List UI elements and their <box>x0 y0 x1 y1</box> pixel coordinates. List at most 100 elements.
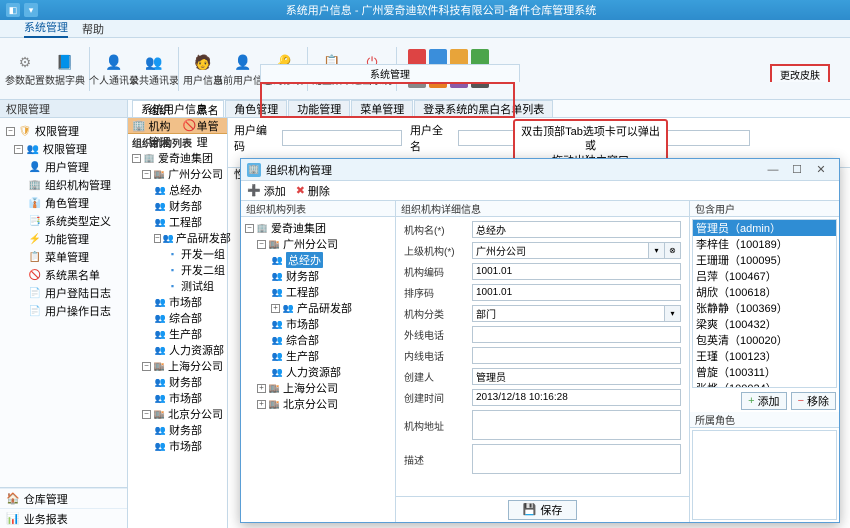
mt-dept[interactable]: 👥财务部 <box>130 422 225 438</box>
expander-icon[interactable]: − <box>142 362 151 371</box>
mt-team[interactable]: ▪测试组 <box>130 278 225 294</box>
mt-dept[interactable]: 👥市场部 <box>130 294 225 310</box>
dlg-tree-dept[interactable]: 👥财务部 <box>243 268 393 284</box>
dropdown-icon[interactable]: ▾ <box>24 3 38 17</box>
nav-root[interactable]: −🛡权限管理 <box>2 122 125 140</box>
dlg-tree-dept[interactable]: 👥生产部 <box>243 348 393 364</box>
tab-func[interactable]: 功能管理 <box>288 100 350 117</box>
input-desc[interactable] <box>472 444 681 474</box>
ribbon-current-user[interactable]: 👤当前用户信息 <box>224 41 262 97</box>
list-item[interactable]: 李梓佳（100189） <box>693 236 836 252</box>
add-button[interactable]: ➕添加 <box>247 183 286 199</box>
input-create-time[interactable] <box>472 389 681 406</box>
mt-root[interactable]: −🏢爱奇迪集团 <box>130 150 225 166</box>
dlg-tree-sh[interactable]: +🏬上海分公司 <box>243 380 393 396</box>
expander-icon[interactable]: − <box>6 127 15 136</box>
mt-dev[interactable]: −👥产品研发部 <box>130 230 225 246</box>
input-org-name[interactable] <box>472 221 681 238</box>
nav-reports[interactable]: 📊业务报表 <box>0 508 127 528</box>
dlg-tree-dept[interactable]: 👥综合部 <box>243 332 393 348</box>
dlg-tree-gz[interactable]: −🏬广州分公司 <box>243 236 393 252</box>
combo-drop-button[interactable]: ▾ <box>665 305 681 322</box>
nav-org-mgmt[interactable]: 🏢组织机构管理 <box>2 176 125 194</box>
ribbon-param-config[interactable]: ⚙参数配置 <box>6 41 44 97</box>
list-item[interactable]: 吕萍（100467） <box>693 268 836 284</box>
nav-op-log[interactable]: 📄用户操作日志 <box>2 302 125 320</box>
input-outer-tel[interactable] <box>472 326 681 343</box>
combo-drop-button[interactable]: ▾ <box>649 242 665 259</box>
mt-dept[interactable]: 👥财务部 <box>130 374 225 390</box>
list-item[interactable]: 张烨（100024） <box>693 380 836 388</box>
expander-icon[interactable]: + <box>257 384 266 393</box>
ribbon-data-dict[interactable]: 📘数据字典 <box>46 41 84 97</box>
expander-icon[interactable]: − <box>257 240 266 249</box>
list-item[interactable]: 张静静（100369） <box>693 300 836 316</box>
mt-gz[interactable]: −🏬广州分公司 <box>130 166 225 182</box>
nav-role-mgmt[interactable]: 👔角色管理 <box>2 194 125 212</box>
tab-role[interactable]: 角色管理 <box>225 100 287 117</box>
mt-dept[interactable]: 👥综合部 <box>130 310 225 326</box>
nav-func-mgmt[interactable]: ⚡功能管理 <box>2 230 125 248</box>
expander-icon[interactable]: − <box>132 154 141 163</box>
input-parent[interactable] <box>472 242 649 259</box>
nav-systype[interactable]: 📑系统类型定义 <box>2 212 125 230</box>
nav-sub[interactable]: −👥权限管理 <box>2 140 125 158</box>
tab-blacklist[interactable]: 登录系统的黑白名单列表 <box>414 100 553 117</box>
ribbon-personal-contacts[interactable]: 👤个人通讯录 <box>95 41 133 97</box>
list-item[interactable]: 包英清（100020） <box>693 332 836 348</box>
expander-icon[interactable]: − <box>245 224 254 233</box>
nav-user-mgmt[interactable]: 👤用户管理 <box>2 158 125 176</box>
user-list[interactable]: 管理员（admin） 李梓佳（100189） 王珊珊（100095） 吕萍（10… <box>692 219 837 388</box>
sys-tab-title[interactable]: 系统管理 <box>261 66 519 81</box>
expander-icon[interactable]: + <box>257 400 266 409</box>
mt-sh[interactable]: −🏬上海分公司 <box>130 358 225 374</box>
expander-icon[interactable]: + <box>271 304 280 313</box>
input-sort[interactable] <box>472 284 681 301</box>
input-creator[interactable] <box>472 368 681 385</box>
input-addr[interactable] <box>472 410 681 440</box>
mt-dept[interactable]: 👥人力资源部 <box>130 342 225 358</box>
ribbon-public-contacts[interactable]: 👥公共通讯录 <box>135 41 173 97</box>
mt-dept[interactable]: 👥工程部 <box>130 214 225 230</box>
list-item[interactable]: 管理员（admin） <box>693 220 836 236</box>
tab-menu[interactable]: 菜单管理 <box>351 100 413 117</box>
input-org-type[interactable] <box>472 305 665 322</box>
maximize-button[interactable]: ☐ <box>785 161 809 179</box>
input-inner-tel[interactable] <box>472 347 681 364</box>
expander-icon[interactable]: − <box>154 234 161 243</box>
mt-team[interactable]: ▪开发二组 <box>130 262 225 278</box>
delete-button[interactable]: ✖删除 <box>296 183 330 199</box>
mt-bj[interactable]: −🏬北京分公司 <box>130 406 225 422</box>
dlg-tree-dept-sel[interactable]: 👥总经办 <box>243 252 393 268</box>
mt-dept[interactable]: 👥总经办 <box>130 182 225 198</box>
remove-user-button[interactable]: −移除 <box>791 392 836 410</box>
mt-team[interactable]: ▪开发一组 <box>130 246 225 262</box>
nav-login-log[interactable]: 📄用户登陆日志 <box>2 284 125 302</box>
mt-dept[interactable]: 👥财务部 <box>130 198 225 214</box>
save-button[interactable]: 💾保存 <box>508 500 578 520</box>
list-item[interactable]: 王珊珊（100095） <box>693 252 836 268</box>
mt-dept[interactable]: 👥市场部 <box>130 390 225 406</box>
list-item[interactable]: 王瑾（100123） <box>693 348 836 364</box>
expander-icon[interactable]: − <box>142 170 151 179</box>
combo-clear-button[interactable]: ⊗ <box>665 242 681 259</box>
dlg-tree-root[interactable]: −🏢爱奇迪集团 <box>243 220 393 236</box>
menu-help[interactable]: 帮助 <box>82 21 104 37</box>
ribbon-user-info[interactable]: 🧑用户信息 <box>184 41 222 97</box>
dlg-tree-dept[interactable]: 👥工程部 <box>243 284 393 300</box>
nav-warehouse[interactable]: 🏠仓库管理 <box>0 488 127 508</box>
nav-menu-mgmt[interactable]: 📋菜单管理 <box>2 248 125 266</box>
input-org-code[interactable] <box>472 263 681 280</box>
list-item[interactable]: 梁爽（100432） <box>693 316 836 332</box>
close-button[interactable]: ✕ <box>809 161 833 179</box>
dlg-tree-dept[interactable]: 👥人力资源部 <box>243 364 393 380</box>
list-item[interactable]: 曾旋（100311） <box>693 364 836 380</box>
minimize-button[interactable]: — <box>761 161 785 179</box>
role-list[interactable] <box>692 430 837 520</box>
dlg-tree-bj[interactable]: +🏬北京分公司 <box>243 396 393 412</box>
dlg-tree-dept[interactable]: +👥产品研发部 <box>243 300 393 316</box>
expander-icon[interactable]: − <box>14 145 23 154</box>
nav-blacklist[interactable]: 🚫系统黑名单 <box>2 266 125 284</box>
list-item[interactable]: 胡欣（100618） <box>693 284 836 300</box>
skin-tab[interactable]: 更改皮肤 <box>770 64 830 82</box>
